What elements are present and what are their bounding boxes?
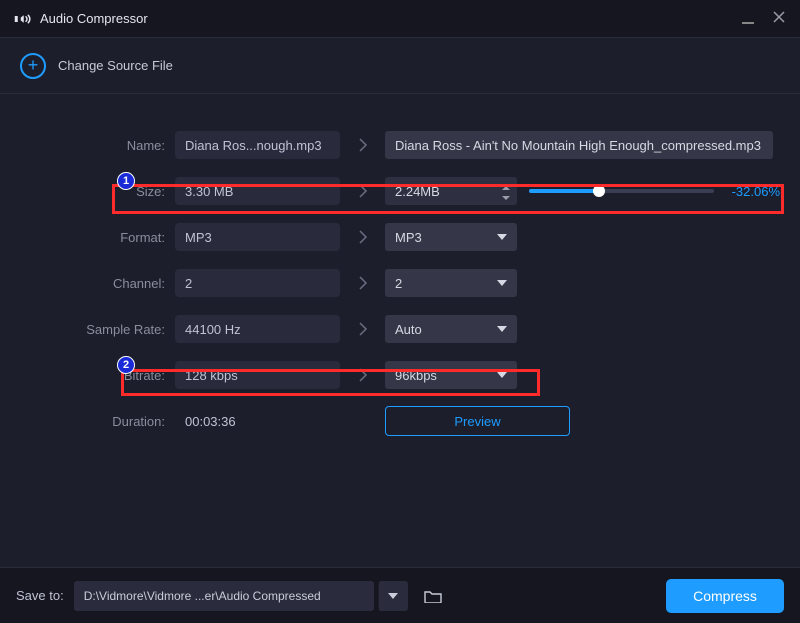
window-controls: [742, 10, 786, 27]
bitrate-src: 128 kbps: [175, 361, 340, 389]
row-channel: Channel: 2 2: [0, 260, 800, 306]
channel-src: 2: [175, 269, 340, 297]
sample-rate-dst-text: Auto: [395, 322, 422, 337]
close-button[interactable]: [772, 10, 786, 27]
name-dst-text: Diana Ross - Ain't No Mountain High Enou…: [395, 138, 761, 153]
change-source-label: Change Source File: [58, 58, 173, 73]
label-sample-rate: Sample Rate:: [0, 322, 175, 337]
size-percent: -32.06%: [724, 184, 780, 199]
arrow-icon: [340, 230, 385, 244]
arrow-icon: [340, 322, 385, 336]
row-sample-rate: Sample Rate: 44100 Hz Auto: [0, 306, 800, 352]
format-dst-text: MP3: [395, 230, 422, 245]
duration-src: 00:03:36: [175, 407, 340, 435]
change-source-row[interactable]: Change Source File: [0, 38, 800, 94]
row-bitrate: Bitrate: 128 kbps 96kbps: [0, 352, 800, 398]
row-duration: Duration: 00:03:36 Preview: [0, 398, 800, 444]
form-area: Name: Diana Ros...nough.mp3 Diana Ross -…: [0, 94, 800, 444]
label-duration: Duration:: [0, 414, 175, 429]
title-bar: Audio Compressor: [0, 0, 800, 38]
arrow-icon: [340, 138, 385, 152]
chevron-down-icon: [497, 372, 507, 378]
sample-rate-src: 44100 Hz: [175, 315, 340, 343]
label-format: Format:: [0, 230, 175, 245]
chevron-down-icon: [497, 280, 507, 286]
channel-dst-text: 2: [395, 276, 402, 291]
row-name: Name: Diana Ros...nough.mp3 Diana Ross -…: [0, 122, 800, 168]
size-dst-text: 2.24MB: [395, 184, 440, 199]
chevron-down-icon: [497, 326, 507, 332]
label-name: Name:: [0, 138, 175, 153]
arrow-icon: [340, 368, 385, 382]
compress-button[interactable]: Compress: [666, 579, 784, 613]
label-size: Size:: [0, 184, 175, 199]
app-icon: [14, 10, 32, 28]
format-src: MP3: [175, 223, 340, 251]
minimize-button[interactable]: [742, 18, 754, 20]
row-size: Size: 3.30 MB 2.24MB -32.06%: [0, 168, 800, 214]
format-dropdown[interactable]: MP3: [385, 223, 517, 251]
bottom-bar: Save to: D:\Vidmore\Vidmore ...er\Audio …: [0, 567, 800, 623]
save-path-dropdown[interactable]: [378, 581, 408, 611]
open-folder-button[interactable]: [418, 581, 448, 611]
spinner-down-icon[interactable]: [501, 190, 511, 198]
arrow-icon: [340, 276, 385, 290]
size-src: 3.30 MB: [175, 177, 340, 205]
arrow-icon: [340, 184, 385, 198]
label-channel: Channel:: [0, 276, 175, 291]
plus-circle-icon: [20, 53, 46, 79]
name-src: Diana Ros...nough.mp3: [175, 131, 340, 159]
save-path-box[interactable]: D:\Vidmore\Vidmore ...er\Audio Compresse…: [74, 581, 374, 611]
sample-rate-dropdown[interactable]: Auto: [385, 315, 517, 343]
size-slider[interactable]: [529, 189, 714, 193]
chevron-down-icon: [497, 234, 507, 240]
spinner-up-icon[interactable]: [501, 180, 511, 188]
name-dst-input[interactable]: Diana Ross - Ain't No Mountain High Enou…: [385, 131, 773, 159]
size-dst-spinner[interactable]: 2.24MB: [385, 177, 517, 205]
save-to-label: Save to:: [16, 588, 64, 603]
slider-thumb[interactable]: [593, 185, 605, 197]
save-path-text: D:\Vidmore\Vidmore ...er\Audio Compresse…: [84, 589, 321, 603]
bitrate-dropdown[interactable]: 96kbps: [385, 361, 517, 389]
compress-label: Compress: [693, 588, 757, 604]
row-format: Format: MP3 MP3: [0, 214, 800, 260]
preview-label: Preview: [454, 414, 500, 429]
label-bitrate: Bitrate:: [0, 368, 175, 383]
channel-dropdown[interactable]: 2: [385, 269, 517, 297]
bitrate-dst-text: 96kbps: [395, 368, 437, 383]
preview-button[interactable]: Preview: [385, 406, 570, 436]
window-title: Audio Compressor: [40, 11, 742, 26]
